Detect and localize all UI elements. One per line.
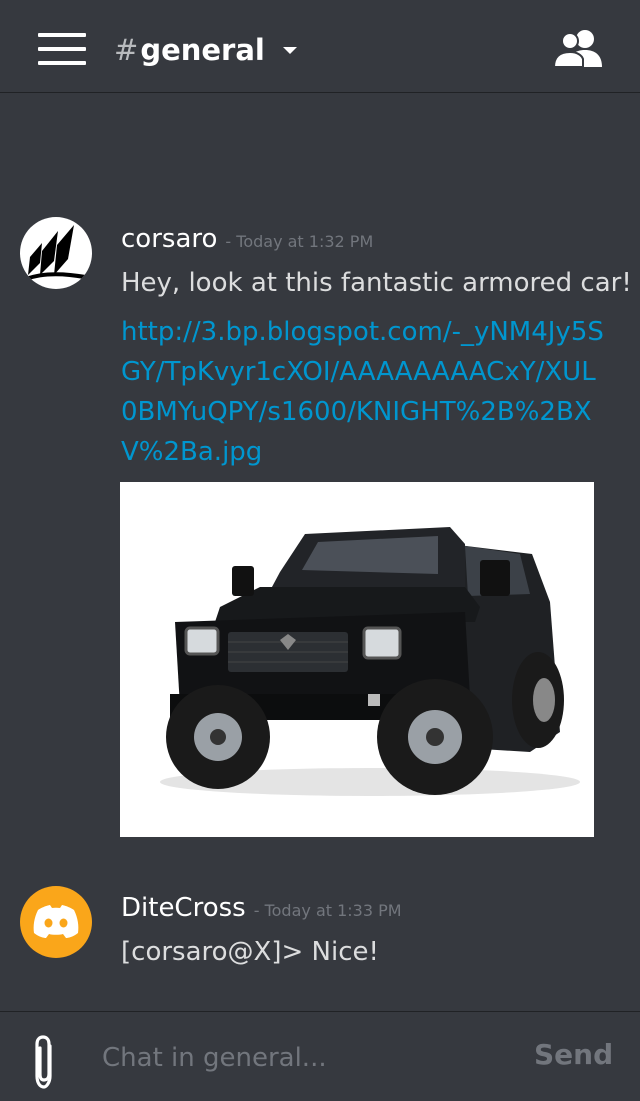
channel-header: # general <box>0 0 640 93</box>
corsair-sails-icon <box>26 225 86 281</box>
paperclip-icon[interactable] <box>28 1032 60 1092</box>
hamburger-menu-icon[interactable] <box>38 33 86 65</box>
author-name[interactable]: DiteCross <box>121 893 246 923</box>
members-icon[interactable] <box>552 28 604 68</box>
chevron-down-icon <box>282 46 297 54</box>
timestamp: - Today at 1:32 PM <box>225 232 374 251</box>
timestamp: - Today at 1:33 PM <box>253 901 402 920</box>
chat-input[interactable] <box>100 1036 504 1080</box>
message-meta: corsaro - Today at 1:32 PM <box>121 224 373 254</box>
image-embed[interactable] <box>120 482 594 837</box>
message-composer: Send <box>0 1011 640 1101</box>
message-link[interactable]: http://3.bp.blogspot.com/-_yNM4Jy5SGY/Tp… <box>121 312 611 472</box>
author-name[interactable]: corsaro <box>121 224 217 254</box>
message-text: [corsaro@X]> Nice! <box>121 937 379 967</box>
send-button[interactable]: Send <box>534 1038 613 1071</box>
discord-logo-icon <box>33 905 79 938</box>
channel-hash: # <box>114 33 139 67</box>
channel-name: general <box>140 33 265 67</box>
channel-selector[interactable]: # general <box>114 30 297 70</box>
avatar[interactable] <box>20 217 92 289</box>
message-text: Hey, look at this fantastic armored car! <box>121 268 632 298</box>
armored-car-image <box>120 482 594 837</box>
avatar[interactable] <box>20 886 92 958</box>
message-meta: DiteCross - Today at 1:33 PM <box>121 893 402 923</box>
